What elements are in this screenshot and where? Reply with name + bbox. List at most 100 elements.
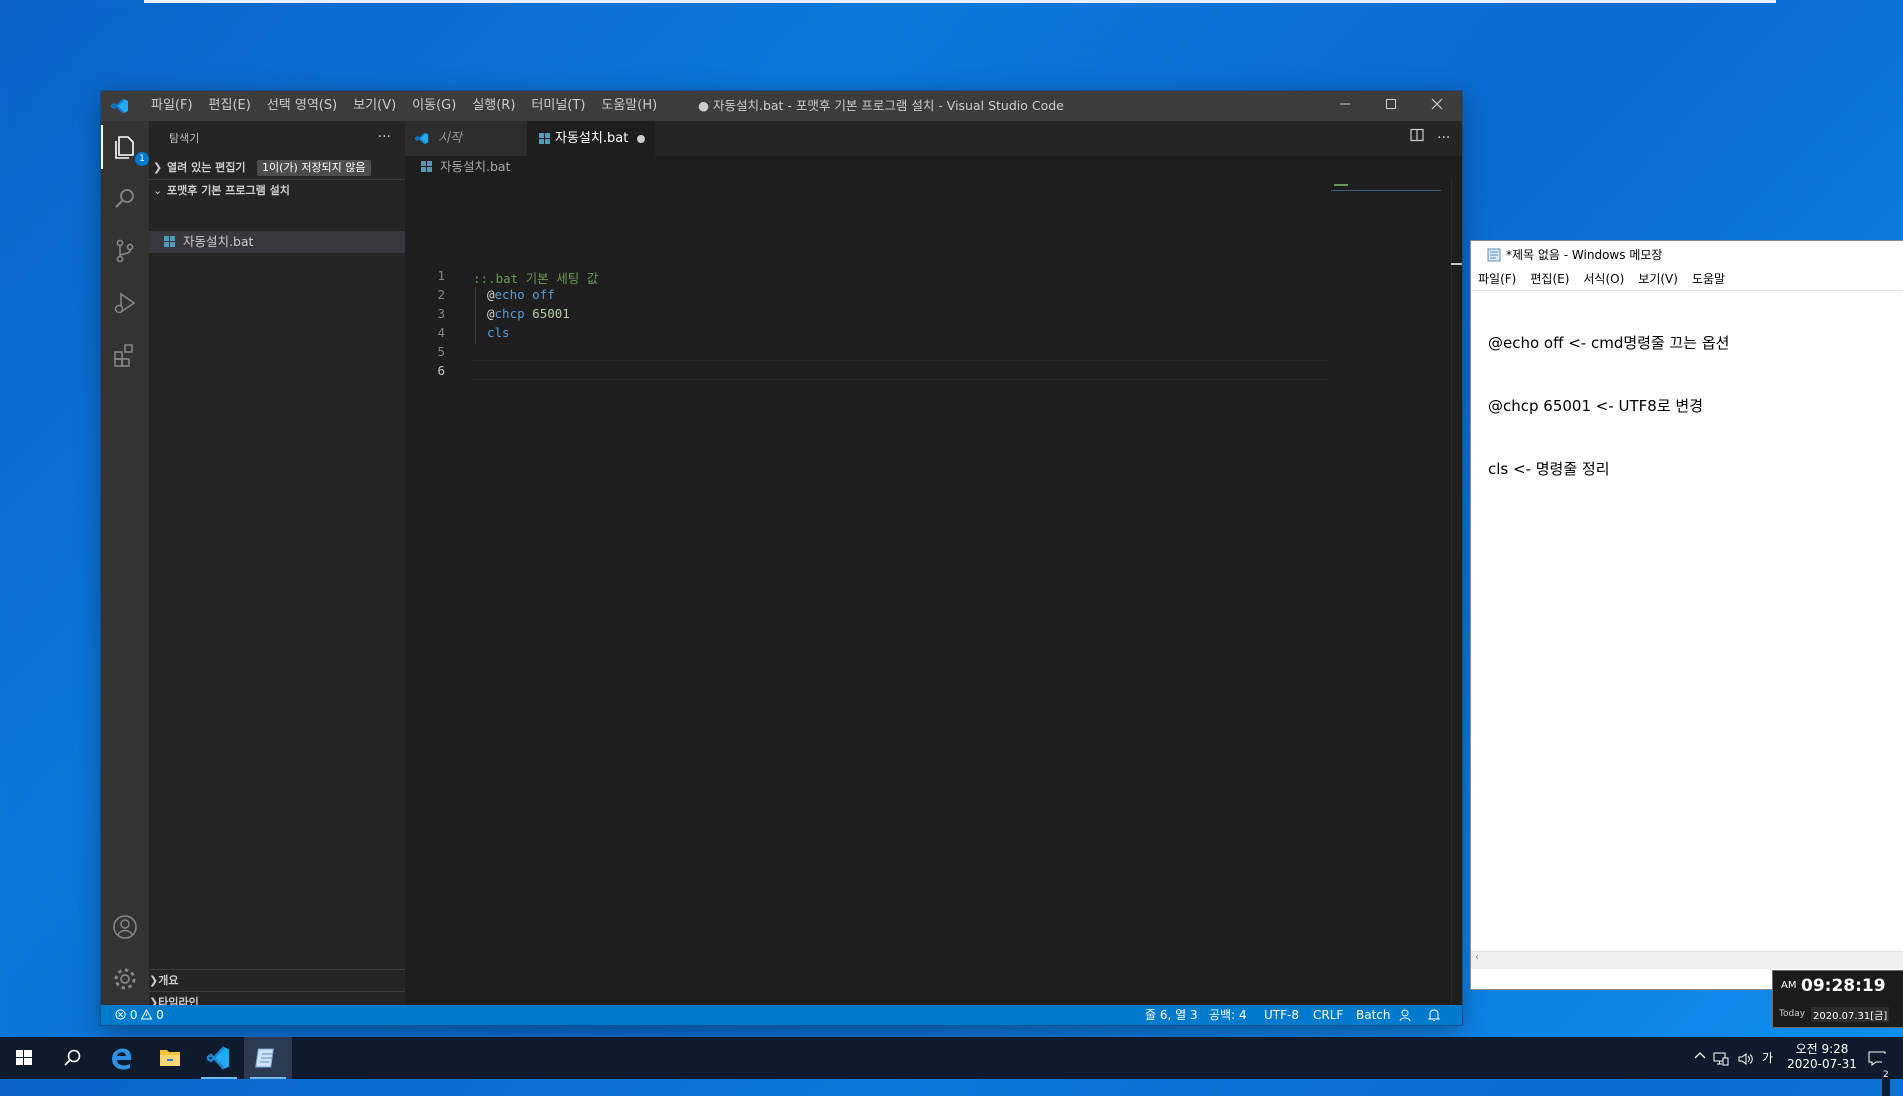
error-icon [115,1009,126,1020]
editor-scrollbar[interactable] [1451,178,1462,1005]
menu-selection[interactable]: 선택 영역(S) [259,91,345,121]
folder-section[interactable]: ⌄ 포맷후 기본 프로그램 설치 [149,179,405,202]
indentation-status[interactable]: 공백: 4 [1209,1005,1247,1025]
taskbar-vscode[interactable] [195,1037,243,1079]
unsaved-dot-icon[interactable] [637,135,645,143]
tab-welcome[interactable]: 시작 [405,121,527,156]
feedback-icon [1399,1009,1411,1022]
vscode-logo-icon [415,132,429,145]
notepad-menu-edit[interactable]: 편집(E) [1523,272,1576,286]
show-hidden-icons-button[interactable] [1690,1037,1710,1079]
line-number: 4 [437,325,445,340]
notepad-menu-help[interactable]: 도움말 [1685,272,1732,286]
menu-edit[interactable]: 편집(E) [201,91,259,121]
close-icon [1431,98,1443,110]
notepad-menu-format[interactable]: 서식(O) [1576,272,1631,286]
taskbar-date: 2020-07-31 [1787,1057,1857,1071]
line-number: 2 [437,287,445,302]
notifications-button[interactable] [1427,1008,1441,1025]
file-tree-label: 자동설치.bat [182,234,254,249]
code-token: echo [494,287,525,302]
indent-guide [475,287,476,344]
explorer-sidebar: 탐색기 ··· ❯ 열려 있는 편집기 1이(가) 저장되지 않음 ⌄ 포맷후 기본… [149,121,405,1009]
minimize-button[interactable] [1322,91,1368,121]
explorer-button[interactable]: 1 [110,132,149,166]
clock-widget: AM 09:28:19 Today 2020.07.31[금] [1772,970,1903,1028]
chevron-down-icon: ⌄ [153,184,163,197]
run-debug-button[interactable] [110,288,140,318]
scroll-left-icon[interactable]: ‹ [1475,952,1479,963]
vscode-logo-icon [111,98,128,114]
sidebar-title: 탐색기 [169,132,200,145]
code-token: off [524,287,555,302]
warning-icon [140,1008,153,1020]
source-control-button[interactable] [110,236,140,266]
notepad-menu-view[interactable]: 보기(V) [1631,272,1685,286]
active-view-indicator [101,125,103,169]
taskbar-notepad[interactable] [244,1037,292,1079]
extensions-button[interactable] [110,340,140,370]
problems-status[interactable]: 0 0 [115,1005,164,1025]
notepad-menu-file[interactable]: 파일(F) [1471,272,1523,286]
notepad-titlebar: *제목 없음 - Windows 메모장 [1471,241,1903,269]
notepad-horizontal-scrollbar[interactable]: ‹ [1471,951,1903,969]
minimap[interactable] [1331,178,1451,1005]
language-mode[interactable]: Batch [1356,1005,1391,1025]
start-button[interactable] [0,1037,48,1079]
line-number: 6 [437,363,445,378]
maximize-button[interactable] [1368,91,1414,121]
editor-tabs: 시작 자동설치.bat ··· [405,121,1462,156]
chevron-up-icon [1694,1052,1706,1059]
menu-run[interactable]: 실행(R) [464,91,523,121]
cursor-position[interactable]: 줄 6, 열 3 [1145,1005,1198,1025]
sidebar-more-button[interactable]: ··· [378,121,391,154]
action-center-button[interactable]: 2 [1868,1037,1898,1096]
code-line-echo: @echo off [487,287,555,302]
tab-autoinstall-label: 자동설치.bat [555,131,629,146]
vscode-menu-bar: 파일(F) 편집(E) 선택 영역(S) 보기(V) 이동(G) 실행(R) 터… [143,91,665,121]
menu-go[interactable]: 이동(G) [404,91,464,121]
status-bar: 0 0 줄 6, 열 3 공백: 4 UTF-8 CRLF Batch [101,1005,1462,1025]
encoding-status[interactable]: UTF-8 [1264,1005,1299,1025]
split-editor-button[interactable] [1410,121,1424,156]
code-token: @ [487,306,495,321]
taskbar-edge[interactable] [98,1037,146,1079]
feedback-button[interactable] [1399,1008,1413,1025]
ime-indicator[interactable]: 가 [1762,1037,1780,1079]
speaker-icon [1738,1052,1753,1065]
more-actions-button[interactable]: ··· [1437,121,1450,156]
windows-file-icon [539,133,550,144]
network-tray-button[interactable] [1713,1037,1733,1079]
code-editor[interactable]: 1 2 3 4 5 6 ::.bat 기본 세팅 값 @echo off @ch… [405,178,1462,1005]
code-line-cls: cls [487,325,510,340]
taskbar-clock[interactable]: 오전 9:28 2020-07-31 [1785,1037,1859,1079]
taskbar: 가 오전 9:28 2020-07-31 2 [0,1037,1903,1096]
accounts-button[interactable] [110,912,140,942]
close-button[interactable] [1414,91,1460,121]
minimap-line [1334,184,1348,186]
volume-tray-button[interactable] [1738,1037,1758,1079]
open-editors-section[interactable]: ❯ 열려 있는 편집기 1이(가) 저장되지 않음 [149,157,405,179]
notepad-text-area[interactable]: @echo off <- cmd명령줄 끄는 옵션 @chcp 65001 <-… [1488,291,1729,522]
notepad-icon [255,1048,274,1068]
breadcrumb: 자동설치.bat [405,156,510,178]
warning-count: 0 [156,1008,164,1022]
menu-view[interactable]: 보기(V) [345,91,404,121]
file-tree-item[interactable]: 자동설치.bat [149,231,405,253]
vscode-logo-icon [206,1046,229,1070]
chevron-right-icon: ❯ [153,161,163,174]
notepad-line: @chcp 65001 <- UTF8로 변경 [1488,397,1704,415]
breadcrumb-file[interactable]: 자동설치.bat [440,159,510,174]
taskbar-file-explorer[interactable] [146,1037,194,1079]
windows-file-icon [164,236,175,247]
tab-autoinstall[interactable]: 자동설치.bat [527,121,655,156]
outline-section[interactable]: ❯개요 [149,969,405,992]
search-view-button[interactable] [110,184,140,214]
maximize-icon [1386,99,1396,109]
manage-button[interactable] [110,964,140,994]
edge-icon [112,1048,132,1070]
menu-file[interactable]: 파일(F) [143,91,201,121]
eol-status[interactable]: CRLF [1313,1005,1343,1025]
menu-terminal[interactable]: 터미널(T) [523,91,593,121]
taskbar-search-button[interactable] [48,1037,96,1079]
